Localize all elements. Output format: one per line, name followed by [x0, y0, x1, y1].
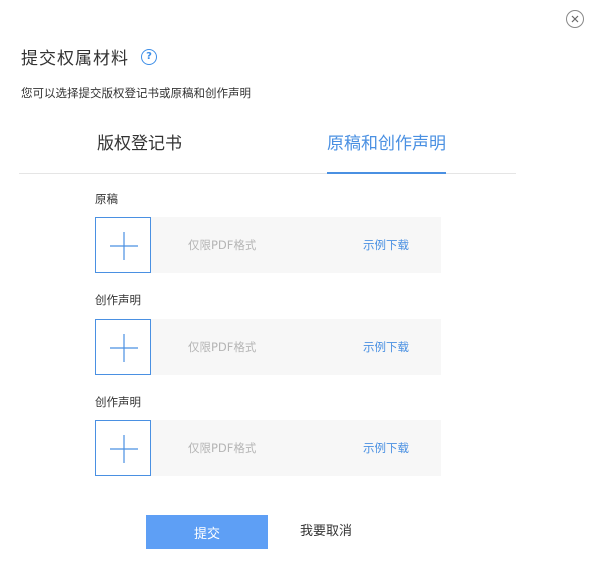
submit-ownership-dialog: 提交权属材料 ? 您可以选择提交版权登记书或原稿和创作声明 版权登记书 原稿和创… [0, 0, 594, 563]
upload-button[interactable] [95, 217, 151, 273]
upload-button[interactable] [95, 319, 151, 375]
active-tab-indicator [327, 172, 446, 174]
upload-button[interactable] [95, 420, 151, 476]
upload-label-manuscript: 原稿 [95, 192, 118, 206]
file-format-hint: 仅限PDF格式 [188, 238, 257, 252]
plus-icon [110, 334, 138, 362]
sample-download-link[interactable]: 示例下载 [363, 420, 409, 476]
tab-copyright-registration[interactable]: 版权登记书 [97, 128, 182, 173]
plus-icon [110, 435, 138, 463]
dialog-subtitle: 您可以选择提交版权登记书或原稿和创作声明 [21, 86, 251, 100]
close-icon [571, 15, 579, 23]
upload-label-declaration: 创作声明 [95, 293, 141, 307]
submit-button[interactable]: 提交 [146, 515, 268, 549]
tab-manuscript-declaration[interactable]: 原稿和创作声明 [327, 128, 446, 174]
file-format-hint: 仅限PDF格式 [188, 340, 257, 354]
plus-icon [110, 232, 138, 260]
help-icon[interactable]: ? [141, 48, 157, 65]
tab-label: 原稿和创作声明 [327, 134, 446, 154]
dialog-title: 提交权属材料 [21, 49, 129, 69]
close-button[interactable] [566, 10, 584, 28]
sample-download-link[interactable]: 示例下载 [363, 217, 409, 273]
file-format-hint: 仅限PDF格式 [188, 441, 257, 455]
sample-download-link[interactable]: 示例下载 [363, 319, 409, 375]
title-row: 提交权属材料 ? [21, 44, 157, 69]
upload-row-declaration-2: 仅限PDF格式 示例下载 [95, 420, 441, 476]
tab-bar: 版权登记书 原稿和创作声明 [19, 128, 516, 174]
upload-row-manuscript: 仅限PDF格式 示例下载 [95, 217, 441, 273]
cancel-button[interactable]: 我要取消 [300, 515, 352, 549]
upload-row-declaration: 仅限PDF格式 示例下载 [95, 319, 441, 375]
upload-label-declaration-2: 创作声明 [95, 395, 141, 409]
tab-label: 版权登记书 [97, 134, 182, 154]
